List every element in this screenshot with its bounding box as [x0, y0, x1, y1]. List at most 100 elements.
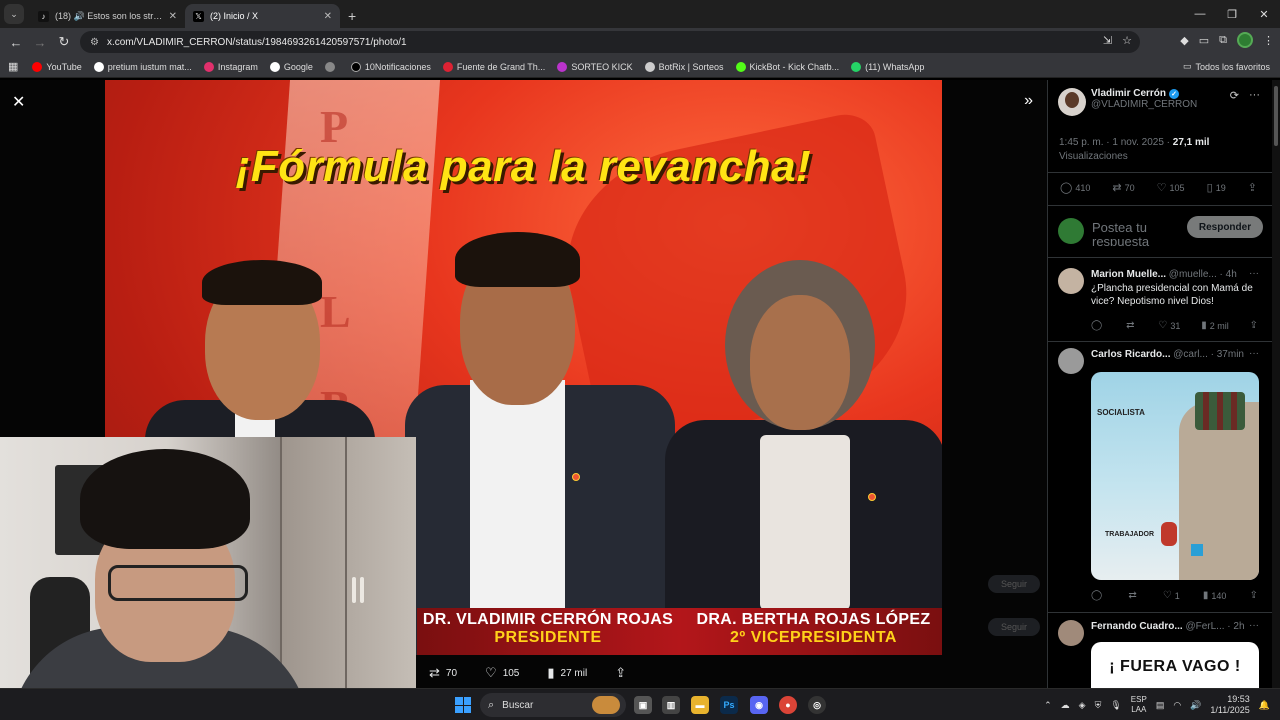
bookmark-star-icon[interactable]: ☆ [1122, 34, 1132, 47]
extension-icon[interactable]: ◆ [1180, 34, 1188, 47]
file-explorer-icon[interactable]: ▬ [691, 696, 709, 714]
bookmark-sorteo-kick[interactable]: SORTEO KICK [557, 61, 633, 72]
chrome-icon[interactable]: ● [779, 696, 797, 714]
repost-button[interactable]: ⇄ 70 [429, 665, 457, 681]
reply-post[interactable]: Marion Muelle... @muelle... · 4h ··· ¿Pl… [1048, 268, 1272, 348]
like-stat[interactable]: ♡ 105 [1157, 181, 1185, 194]
reply-button[interactable]: Responder [1187, 216, 1263, 238]
new-tab-button[interactable]: + [348, 8, 356, 24]
expand-sidebar-icon[interactable]: » [1024, 92, 1033, 110]
bookmark-stat[interactable]: ▯ 19 [1207, 181, 1226, 194]
share-button[interactable]: ⇪ [1250, 320, 1261, 331]
reply-post[interactable]: Fernando Cuadro... @FerL... · 2h ··· ¡ F… [1048, 620, 1272, 688]
address-bar[interactable]: ⚙ x.com/VLADIMIR_CERRON/status/198469326… [80, 31, 1140, 53]
reply-cartoon-image[interactable]: SOCIALISTA TRABAJADOR [1091, 372, 1259, 580]
notifications-icon[interactable]: 🔔 [1259, 700, 1270, 711]
share-stat[interactable]: ⇪ [1248, 181, 1260, 194]
reply-avatar[interactable] [1058, 348, 1084, 374]
views-button[interactable]: ▮ 27 mil [547, 665, 587, 681]
like-button[interactable]: ♡ 1 [1163, 590, 1180, 601]
follow-button[interactable]: Seguir [988, 618, 1040, 636]
repost-button[interactable]: ⇄ [1128, 590, 1139, 601]
reply-input[interactable]: Postea tu respuesta [1092, 221, 1172, 246]
site-info-icon[interactable]: ⚙ [90, 37, 99, 48]
comment-button[interactable]: ◯ [1091, 590, 1105, 601]
profile-avatar[interactable] [1237, 32, 1253, 48]
like-button[interactable]: ♡ 31 [1158, 320, 1180, 331]
obs-icon[interactable]: ◎ [808, 696, 826, 714]
close-tab-icon[interactable]: ✕ [169, 11, 177, 22]
tab-search-button[interactable]: ⌄ [4, 4, 24, 24]
menu-kebab-icon[interactable]: ⋮ [1263, 34, 1274, 47]
reply-image-text[interactable]: ¡ FUERA VAGO ! [1091, 642, 1259, 688]
more-options-icon[interactable]: ··· [1249, 268, 1259, 279]
taskbar-search[interactable]: ⌕ Buscar [480, 693, 626, 717]
language-indicator[interactable]: ESP LAA [1131, 695, 1147, 715]
network-icon[interactable]: ▤ [1156, 700, 1165, 711]
clock[interactable]: 19:53 1/11/2025 [1210, 694, 1249, 716]
close-icon[interactable]: ✕ [12, 92, 25, 112]
back-icon[interactable]: ← [4, 30, 28, 54]
app-icon[interactable]: ▥ [662, 696, 680, 714]
windows-start-icon[interactable] [455, 697, 471, 713]
tab-x-inicio[interactable]: 𝕏 (2) Inicio / X ✕ [185, 4, 340, 28]
repost-button[interactable]: ⇄ [1126, 320, 1137, 331]
bookmark-kickbot[interactable]: KickBot - Kick Chatb... [735, 61, 839, 72]
wifi-icon[interactable]: ◠ [1173, 700, 1181, 711]
author-avatar[interactable] [1058, 88, 1086, 116]
comment-button[interactable]: ◯ [1091, 320, 1105, 331]
install-app-icon[interactable]: ⇲ [1103, 34, 1112, 47]
bookmark-botrix[interactable]: BotRix | Sorteos [644, 61, 724, 72]
close-tab-icon[interactable]: ✕ [324, 11, 332, 22]
bookmark-10notificaciones[interactable]: 10Notificaciones [350, 61, 431, 72]
repost-stat[interactable]: ⇄ 70 [1112, 181, 1134, 194]
minimize-icon[interactable]: — [1184, 0, 1216, 28]
more-options-icon[interactable]: ··· [1249, 348, 1259, 359]
tray-app-icon[interactable]: ◈ [1079, 700, 1086, 711]
onedrive-icon[interactable]: ☁ [1061, 700, 1070, 711]
forward-icon[interactable]: → [28, 30, 52, 54]
bookmark-youtube[interactable]: YouTube [32, 61, 82, 72]
photoshop-icon[interactable]: Ps [720, 696, 738, 714]
bookmark-globe[interactable] [324, 61, 339, 72]
extensions-puzzle-icon[interactable]: ⧉ [1219, 34, 1227, 47]
bookmark-instagram[interactable]: Instagram [203, 61, 258, 72]
reply-post[interactable]: Carlos Ricardo... @carl... · 37min ··· S… [1048, 348, 1272, 618]
share-button[interactable]: ⇪ [1250, 590, 1261, 601]
more-options-icon[interactable]: ··· [1249, 620, 1259, 631]
bookmark-whatsapp[interactable]: (11) WhatsApp [851, 61, 924, 72]
reply-avatar[interactable] [1058, 268, 1084, 294]
views-button[interactable]: ▮ 2 mil [1201, 320, 1229, 331]
more-options-icon[interactable]: ··· [1249, 89, 1260, 102]
apps-grid-icon[interactable]: ▦ [8, 60, 18, 73]
all-bookmarks-folder[interactable]: ▭ Todos los favoritos [1183, 61, 1270, 72]
post-author[interactable]: Vladimir Cerrón ✓ @VLADIMIR_CERRON [1058, 88, 1197, 116]
wardrobe-handle [352, 577, 356, 603]
task-view-icon[interactable]: ▣ [634, 696, 652, 714]
media-icon[interactable]: ▭ [1199, 34, 1209, 47]
sidebar-scrollbar[interactable] [1272, 80, 1280, 688]
like-button[interactable]: ♡ 105 [485, 665, 519, 681]
scrollbar-thumb[interactable] [1274, 86, 1278, 146]
search-icon: ⌕ [488, 698, 495, 711]
reply-stat[interactable]: ◯ 410 [1060, 181, 1090, 194]
share-button[interactable]: ⇪ [615, 665, 632, 681]
tab-streamers[interactable]: ♪ (18) 🔊 Estos son los streame ✕ [30, 4, 185, 28]
discord-icon[interactable]: ◉ [750, 696, 768, 714]
bookmark-google[interactable]: Google [269, 61, 313, 72]
volume-icon[interactable]: 🔊 [1190, 700, 1201, 711]
wardrobe-seam [345, 437, 347, 720]
tray-overflow-icon[interactable]: ⌃ [1044, 700, 1052, 711]
reply-avatar[interactable] [1058, 620, 1084, 646]
view-count: 27 mil [560, 667, 588, 679]
close-window-icon[interactable]: ✕ [1248, 0, 1280, 28]
microphone-icon[interactable]: 🎙 [1110, 700, 1121, 711]
follow-button[interactable]: Seguir [988, 575, 1040, 593]
grok-icon[interactable]: ⟳ [1230, 89, 1239, 102]
views-button[interactable]: ▮ 140 [1203, 590, 1227, 601]
reload-icon[interactable]: ↻ [52, 30, 76, 54]
restore-icon[interactable]: ❐ [1216, 0, 1248, 28]
bookmark-pretium[interactable]: pretium iustum mat... [93, 61, 192, 72]
bookmark-grand-theft[interactable]: Fuente de Grand Th... [442, 61, 545, 72]
defender-icon[interactable]: ⛨ [1095, 700, 1102, 711]
